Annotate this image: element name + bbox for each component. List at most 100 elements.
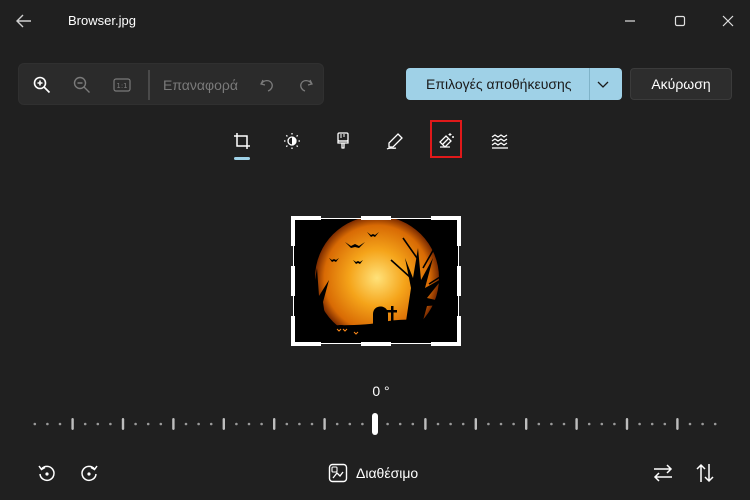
ruler-minor-tick: [83, 422, 87, 426]
ruler-minor-tick: [499, 422, 503, 426]
close-icon: [722, 15, 734, 27]
ruler-major-tick: [575, 418, 578, 430]
crop-handle-bottom[interactable]: [361, 342, 391, 346]
ruler-minor-tick: [562, 422, 566, 426]
ruler-major-tick: [273, 418, 276, 430]
flip-horizontal-button[interactable]: [648, 458, 678, 488]
crop-icon: [234, 133, 250, 149]
ruler-minor-tick: [348, 422, 352, 426]
ruler-minor-tick: [461, 422, 465, 426]
ruler-minor-tick: [134, 422, 137, 426]
crop-handle-right[interactable]: [457, 266, 461, 296]
crop-handle-bottom-right-vertical[interactable]: [457, 316, 461, 346]
maximize-button[interactable]: [658, 6, 702, 36]
ruler-minor-tick: [335, 422, 339, 426]
undo-icon: [260, 79, 273, 92]
svg-text:1:1: 1:1: [116, 82, 127, 90]
rotate-right-button[interactable]: [74, 458, 104, 488]
close-button[interactable]: [706, 6, 750, 36]
ruler-minor-tick: [58, 422, 62, 426]
rotation-slider[interactable]: [30, 410, 720, 440]
rotate-left-button[interactable]: [32, 458, 62, 488]
crop-frame[interactable]: [293, 218, 459, 344]
minimize-icon: [625, 20, 635, 22]
undo-button[interactable]: [252, 70, 282, 100]
maximize-icon: [674, 15, 686, 27]
crop-handle-top-right-vertical[interactable]: [457, 216, 461, 246]
chevron-down-icon[interactable]: [596, 77, 610, 91]
back-arrow-icon: [16, 14, 31, 28]
crop-handle-top[interactable]: [361, 216, 391, 220]
save-options-label: Επιλογές αποθήκευσης: [426, 76, 572, 92]
selected-tool-indicator: [234, 157, 250, 160]
filter-brush-icon: [337, 132, 349, 149]
ruler-minor-tick: [197, 422, 200, 426]
ruler-minor-tick: [184, 422, 188, 426]
zoom-in-button[interactable]: [27, 70, 57, 100]
toolbar-divider: [148, 70, 150, 100]
ruler-minor-tick: [587, 422, 591, 426]
ruler-minor-tick: [33, 422, 37, 426]
actual-size-button[interactable]: 1:1: [107, 70, 137, 100]
crop-tool-button[interactable]: [225, 124, 259, 158]
crop-handle-bottom-left[interactable]: [291, 342, 321, 346]
ruler-minor-tick: [449, 422, 452, 426]
ruler-minor-tick: [361, 422, 364, 426]
ruler-minor-tick: [663, 422, 667, 426]
rotate-right-icon: [81, 465, 98, 482]
flip-horizontal-icon: [653, 464, 673, 482]
ruler-minor-tick: [285, 422, 289, 426]
ruler-major-tick: [323, 418, 326, 430]
adjustment-tool-button[interactable]: [275, 124, 309, 158]
ruler-major-tick: [172, 418, 175, 430]
ruler-major-tick: [222, 418, 225, 430]
reset-button[interactable]: Επαναφορά: [163, 77, 238, 93]
rotate-left-icon: [38, 465, 55, 482]
ruler-minor-tick: [146, 422, 150, 426]
ruler-minor-tick: [159, 422, 163, 426]
ruler-major-tick: [121, 418, 125, 430]
crop-handle-top-left-vertical[interactable]: [291, 216, 295, 246]
rotation-thumb[interactable]: [372, 413, 378, 435]
redo-icon: [300, 79, 313, 92]
save-options-button[interactable]: Επιλογές αποθήκευσης: [406, 68, 622, 100]
window-title: Browser.jpg: [68, 13, 136, 28]
ruler-minor-tick: [638, 422, 641, 426]
ruler-minor-tick: [600, 422, 604, 426]
actual-size-icon: 1:1: [113, 78, 131, 92]
title-bar: Browser.jpg: [0, 0, 750, 42]
zoom-out-button[interactable]: [67, 70, 97, 100]
back-button[interactable]: [10, 8, 38, 34]
ruler-minor-tick: [235, 422, 238, 426]
background-blur-tool-button[interactable]: [483, 124, 517, 158]
zoom-in-icon: [33, 76, 51, 94]
markup-tool-button[interactable]: [378, 124, 412, 158]
ruler-minor-tick: [512, 422, 515, 426]
ruler-minor-tick: [537, 422, 541, 426]
save-split-divider: [589, 68, 590, 100]
crop-handle-bottom-left-vertical[interactable]: [291, 316, 295, 346]
retouch-tool-highlight: [430, 120, 462, 158]
ruler-minor-tick: [109, 422, 112, 426]
cancel-button[interactable]: Ακύρωση: [630, 68, 732, 100]
crop-handle-top-left[interactable]: [291, 216, 321, 220]
ruler-minor-tick: [650, 422, 654, 426]
markup-pen-icon: [386, 133, 403, 150]
zoom-toolbar: 1:1 Επαναφορά: [18, 63, 324, 105]
ruler-minor-tick: [436, 422, 440, 426]
crop-handle-left[interactable]: [291, 266, 295, 296]
ruler-minor-tick: [310, 422, 314, 426]
flip-vertical-button[interactable]: [690, 458, 720, 488]
ruler-minor-tick: [46, 422, 49, 426]
minimize-button[interactable]: [608, 6, 652, 36]
ruler-minor-tick: [96, 422, 100, 426]
ruler-minor-tick: [209, 422, 213, 426]
aspect-ratio-button[interactable]: Διαθέσιμο: [328, 460, 418, 486]
ruler-minor-tick: [688, 422, 692, 426]
flip-vertical-icon: [696, 463, 714, 483]
filter-tool-button[interactable]: [326, 124, 360, 158]
aspect-ratio-label: Διαθέσιμο: [356, 465, 419, 481]
zoom-out-icon: [73, 76, 90, 93]
redo-button[interactable]: [291, 70, 321, 100]
ruler-major-tick: [676, 418, 679, 430]
